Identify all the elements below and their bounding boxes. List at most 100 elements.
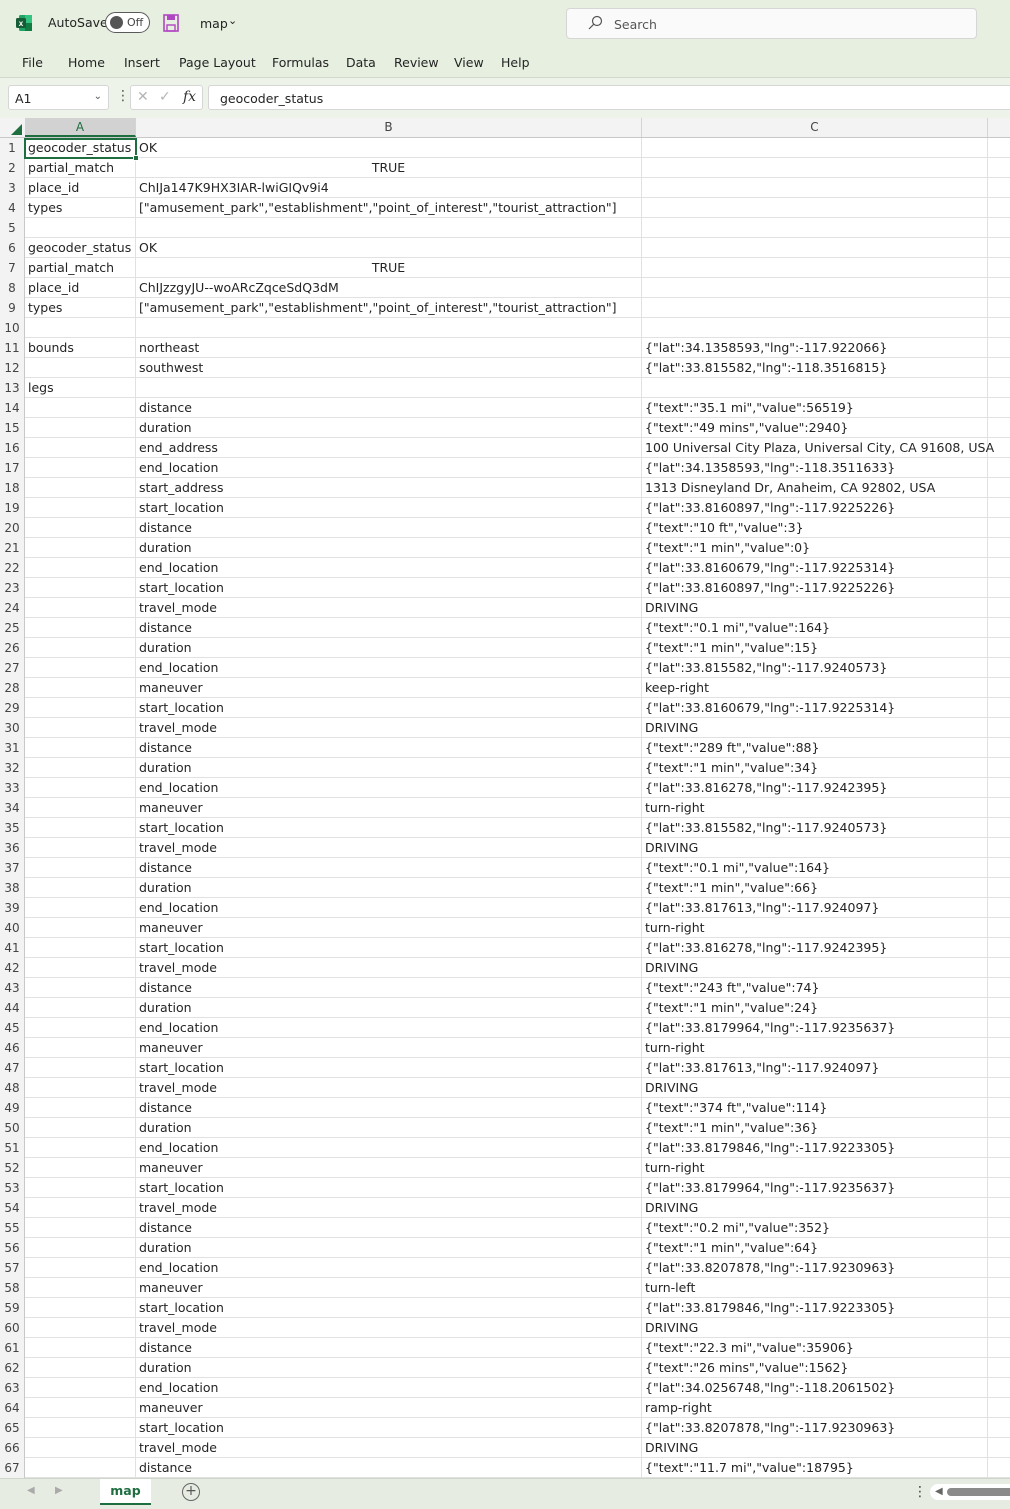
row-header[interactable]: 35 bbox=[0, 818, 25, 838]
row-header[interactable]: 43 bbox=[0, 978, 25, 998]
cell-a[interactable] bbox=[25, 438, 136, 458]
cell-b[interactable]: end_location bbox=[136, 558, 642, 578]
cell-b[interactable]: distance bbox=[136, 518, 642, 538]
cell-b[interactable]: start_location bbox=[136, 938, 642, 958]
row-header[interactable]: 33 bbox=[0, 778, 25, 798]
cell-d[interactable] bbox=[988, 818, 1010, 838]
row-header[interactable]: 15 bbox=[0, 418, 25, 438]
cell-d[interactable] bbox=[988, 858, 1010, 878]
menu-review[interactable]: Review bbox=[394, 55, 439, 70]
row-header[interactable]: 54 bbox=[0, 1198, 25, 1218]
cell-a[interactable] bbox=[25, 1318, 136, 1338]
cell-b[interactable]: ChIJzzgyJU--woARcZqceSdQ3dM bbox=[136, 278, 642, 298]
cell-d[interactable] bbox=[988, 318, 1010, 338]
row-header[interactable]: 20 bbox=[0, 518, 25, 538]
row-header[interactable]: 23 bbox=[0, 578, 25, 598]
cell-b[interactable]: distance bbox=[136, 858, 642, 878]
cell-c[interactable]: turn-right bbox=[642, 918, 988, 938]
cell-b[interactable]: duration bbox=[136, 878, 642, 898]
cell-b[interactable]: maneuver bbox=[136, 1398, 642, 1418]
cell-a[interactable]: legs bbox=[25, 378, 136, 398]
cell-a[interactable] bbox=[25, 938, 136, 958]
row-header[interactable]: 3 bbox=[0, 178, 25, 198]
cell-d[interactable] bbox=[988, 698, 1010, 718]
cell-d[interactable] bbox=[988, 838, 1010, 858]
row-header[interactable]: 40 bbox=[0, 918, 25, 938]
cell-a[interactable] bbox=[25, 1198, 136, 1218]
cell-b[interactable]: distance bbox=[136, 738, 642, 758]
cell-c[interactable]: {"text":"1 min","value":64} bbox=[642, 1238, 988, 1258]
row-header[interactable]: 41 bbox=[0, 938, 25, 958]
cell-c[interactable]: {"text":"0.1 mi","value":164} bbox=[642, 858, 988, 878]
cell-d[interactable] bbox=[988, 418, 1010, 438]
cell-c[interactable]: keep-right bbox=[642, 678, 988, 698]
cell-a[interactable] bbox=[25, 1038, 136, 1058]
row-header[interactable]: 66 bbox=[0, 1438, 25, 1458]
row-header[interactable]: 30 bbox=[0, 718, 25, 738]
cell-a[interactable]: partial_match bbox=[25, 158, 136, 178]
row-header[interactable]: 21 bbox=[0, 538, 25, 558]
cell-b[interactable]: distance bbox=[136, 1338, 642, 1358]
cell-c[interactable]: {"lat":33.816278,"lng":-117.9242395} bbox=[642, 938, 988, 958]
cell-c[interactable]: {"text":"26 mins","value":1562} bbox=[642, 1358, 988, 1378]
cell-d[interactable] bbox=[988, 998, 1010, 1018]
cell-a[interactable] bbox=[25, 1398, 136, 1418]
cell-b[interactable]: travel_mode bbox=[136, 718, 642, 738]
cell-a[interactable]: geocoder_status bbox=[25, 238, 136, 258]
cancel-icon[interactable]: ✕ bbox=[137, 89, 149, 105]
cell-b[interactable]: maneuver bbox=[136, 1038, 642, 1058]
cell-a[interactable] bbox=[25, 1418, 136, 1438]
row-header[interactable]: 50 bbox=[0, 1118, 25, 1138]
cell-c[interactable] bbox=[642, 278, 988, 298]
row-header[interactable]: 26 bbox=[0, 638, 25, 658]
row-header[interactable]: 2 bbox=[0, 158, 25, 178]
autosave-toggle[interactable]: Off bbox=[105, 12, 150, 33]
cell-b[interactable]: TRUE bbox=[136, 258, 642, 278]
cell-a[interactable] bbox=[25, 1118, 136, 1138]
cell-c[interactable]: {"text":"10 ft","value":3} bbox=[642, 518, 988, 538]
row-header[interactable]: 56 bbox=[0, 1238, 25, 1258]
cell-d[interactable] bbox=[988, 918, 1010, 938]
row-header[interactable]: 57 bbox=[0, 1258, 25, 1278]
row-header[interactable]: 4 bbox=[0, 198, 25, 218]
cell-a[interactable] bbox=[25, 1178, 136, 1198]
row-header[interactable]: 53 bbox=[0, 1178, 25, 1198]
previous-sheet-icon[interactable]: ◀ bbox=[27, 1485, 35, 1496]
cell-a[interactable] bbox=[25, 678, 136, 698]
cell-c[interactable]: {"text":"35.1 mi","value":56519} bbox=[642, 398, 988, 418]
row-header[interactable]: 6 bbox=[0, 238, 25, 258]
cell-b[interactable]: distance bbox=[136, 1458, 642, 1478]
row-header[interactable]: 18 bbox=[0, 478, 25, 498]
formula-input[interactable]: geocoder_status bbox=[208, 85, 1010, 110]
cell-c[interactable]: turn-right bbox=[642, 798, 988, 818]
row-header[interactable]: 63 bbox=[0, 1378, 25, 1398]
cell-a[interactable]: bounds bbox=[25, 338, 136, 358]
row-header[interactable]: 7 bbox=[0, 258, 25, 278]
plus-circle-icon[interactable]: + bbox=[182, 1483, 200, 1501]
row-header[interactable]: 55 bbox=[0, 1218, 25, 1238]
cell-c[interactable]: {"lat":33.8179964,"lng":-117.9235637} bbox=[642, 1018, 988, 1038]
cell-b[interactable]: start_location bbox=[136, 498, 642, 518]
cell-c[interactable]: {"lat":33.8179846,"lng":-117.9223305} bbox=[642, 1298, 988, 1318]
cell-a[interactable] bbox=[25, 838, 136, 858]
cell-c[interactable]: {"lat":33.8179846,"lng":-117.9223305} bbox=[642, 1138, 988, 1158]
save-icon[interactable] bbox=[163, 14, 179, 32]
row-header[interactable]: 52 bbox=[0, 1158, 25, 1178]
cell-c[interactable]: {"text":"1 min","value":24} bbox=[642, 998, 988, 1018]
cell-a[interactable] bbox=[25, 498, 136, 518]
scroll-left-icon[interactable]: ◀ bbox=[935, 1486, 943, 1497]
scrollbar-thumb[interactable] bbox=[947, 1488, 1010, 1496]
cell-d[interactable] bbox=[988, 758, 1010, 778]
cell-d[interactable] bbox=[988, 1078, 1010, 1098]
cell-d[interactable] bbox=[988, 238, 1010, 258]
cell-a[interactable] bbox=[25, 518, 136, 538]
cell-b[interactable]: start_location bbox=[136, 818, 642, 838]
row-header[interactable]: 12 bbox=[0, 358, 25, 378]
cell-a[interactable] bbox=[25, 958, 136, 978]
cell-b[interactable]: ChIJa147K9HX3IAR-lwiGIQv9i4 bbox=[136, 178, 642, 198]
cell-d[interactable] bbox=[988, 638, 1010, 658]
cell-d[interactable] bbox=[988, 1378, 1010, 1398]
cell-c[interactable]: {"lat":33.816278,"lng":-117.9242395} bbox=[642, 778, 988, 798]
cell-c[interactable] bbox=[642, 238, 988, 258]
menu-help[interactable]: Help bbox=[501, 55, 530, 70]
